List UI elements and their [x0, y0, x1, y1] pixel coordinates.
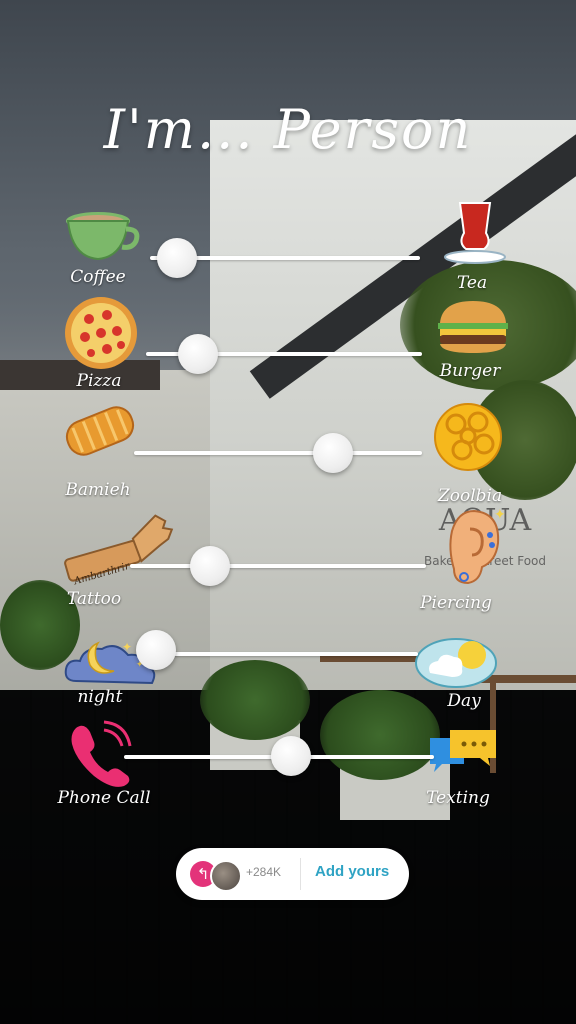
slider-row-bamieh-zoolbia: Bamieh Zoolbia [0, 400, 576, 510]
slider-knob[interactable] [271, 736, 312, 776]
bamieh-label: Bamieh [65, 480, 131, 500]
slider-row-pizza-burger: Pizza Burger [0, 295, 576, 405]
pierced-ear-icon: ✦ [449, 507, 506, 585]
add-yours-sticker[interactable]: ↰ +284K Add yours [176, 848, 409, 900]
texting-label: Texting [426, 788, 490, 808]
slider-track[interactable] [130, 564, 426, 568]
pizza-label: Pizza [76, 371, 122, 391]
zoolbia-label: Zoolbia [437, 486, 503, 506]
tea-label: Tea [456, 273, 488, 293]
tattooed-arm-icon: Ambarthrir [64, 514, 174, 585]
bamieh-icon [65, 406, 135, 456]
slider-row-night-day: ✦ ✦ night Day [0, 625, 576, 735]
slider-knob[interactable] [157, 238, 197, 278]
slider-knob[interactable] [136, 630, 177, 670]
slider-row-phonecall-texting: Phone Call Texting [0, 720, 576, 830]
svg-text:✦: ✦ [122, 640, 132, 654]
day-label: Day [447, 691, 481, 711]
sun-cloud-icon [415, 638, 497, 688]
svg-text:✦: ✦ [494, 507, 506, 523]
piercing-label: Piercing [420, 593, 492, 613]
phone-icon [71, 720, 132, 787]
avatar [210, 860, 242, 892]
slider-knob[interactable] [312, 433, 353, 473]
divider [300, 858, 301, 890]
zoolbia-icon [434, 403, 502, 471]
tattoo-label: Tattoo [66, 589, 122, 609]
story-title: I'm... Person [103, 98, 473, 161]
coffee-cup-icon [66, 212, 140, 261]
phone-call-label: Phone Call [57, 788, 151, 808]
chat-bubbles-icon [430, 730, 496, 772]
add-yours-button[interactable]: Add yours [315, 863, 389, 880]
night-label: night [77, 687, 123, 707]
participant-count: +284K [246, 865, 282, 879]
slider-track[interactable] [134, 451, 422, 455]
burger-icon [438, 301, 508, 353]
tea-glass-icon [444, 202, 506, 264]
slider-track[interactable] [148, 652, 418, 656]
slider-knob[interactable] [178, 334, 219, 374]
slider-knob[interactable] [189, 546, 230, 586]
burger-label: Burger [439, 361, 501, 381]
pizza-icon [65, 297, 137, 369]
coffee-label: Coffee [70, 267, 126, 287]
slider-row-tattoo-piercing: Ambarthrir Tattoo ✦ Piercing [0, 505, 576, 615]
